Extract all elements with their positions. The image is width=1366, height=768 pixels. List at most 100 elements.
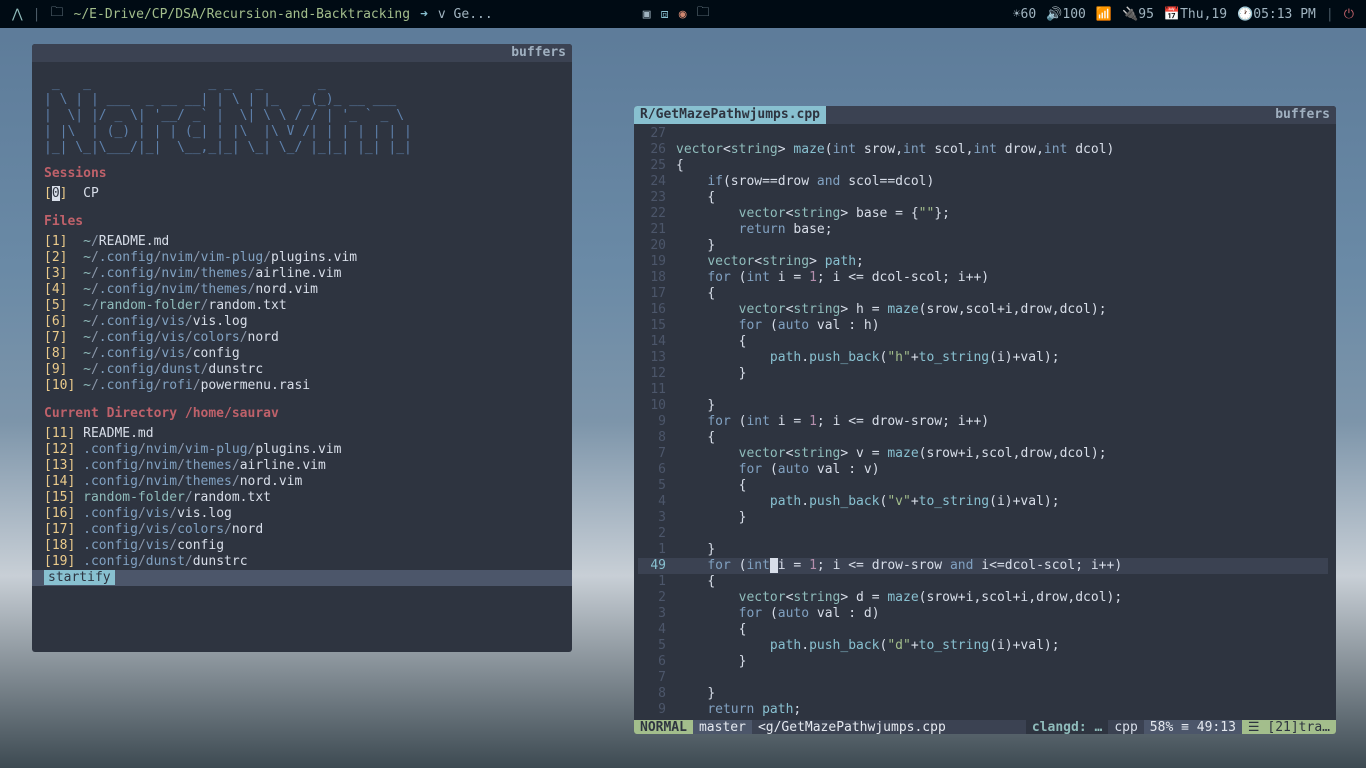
code-line[interactable]: 21 return base; — [638, 222, 1328, 238]
file-entry[interactable]: [1] ~/README.md — [44, 234, 560, 250]
clock-icon: 🕐 — [1237, 7, 1253, 22]
file-entry[interactable]: [2] ~/.config/nvim/vim-plug/plugins.vim — [44, 250, 560, 266]
folder-icon: 🗀 — [51, 3, 64, 25]
tray-terminal-icon[interactable]: ▣ — [643, 7, 651, 22]
separator: | — [33, 7, 41, 22]
file-entry[interactable]: [17] .config/vis/colors/nord — [44, 522, 560, 538]
tab-line: buffers — [32, 44, 572, 62]
files-heading: Files — [44, 210, 560, 234]
code-line[interactable]: 10 } — [638, 398, 1328, 414]
plug-icon: 🔌 — [1122, 7, 1138, 22]
file-entry[interactable]: [15] random-folder/random.txt — [44, 490, 560, 506]
file-entry[interactable]: [7] ~/.config/vis/colors/nord — [44, 330, 560, 346]
clangd-segment: clangd: … — [1026, 720, 1108, 734]
code-line[interactable]: 19 vector<string> path; — [638, 254, 1328, 270]
code-line[interactable]: 8 } — [638, 686, 1328, 702]
arrow-icon: ➜ — [420, 7, 428, 22]
code-line[interactable]: 4 path.push_back("v"+to_string(i)+val); — [638, 494, 1328, 510]
code-line[interactable]: 25{ — [638, 158, 1328, 174]
file-entry[interactable]: [5] ~/random-folder/random.txt — [44, 298, 560, 314]
code-line[interactable]: 2 vector<string> d = maze(srow+i,scol+i,… — [638, 590, 1328, 606]
status-line: NORMAL master <g/GetMazePathwjumps.cpp c… — [634, 720, 1336, 734]
buffers-tab[interactable]: buffers — [1269, 106, 1336, 124]
filetype-segment: cpp — [1108, 720, 1143, 734]
file-entry[interactable]: [6] ~/.config/vis/vis.log — [44, 314, 560, 330]
code-line[interactable]: 27 — [638, 126, 1328, 142]
file-entry[interactable]: [16] .config/vis/vis.log — [44, 506, 560, 522]
battery-indicator[interactable]: 🔌95 — [1122, 7, 1154, 22]
sessions-heading: Sessions — [44, 162, 560, 186]
mode-segment: NORMAL — [634, 720, 693, 734]
code-line[interactable]: 3 for (auto val : d) — [638, 606, 1328, 622]
brightness-icon: ☀ — [1013, 7, 1021, 22]
tray-firefox-icon[interactable]: ◉ — [679, 7, 687, 22]
curdir-heading: Current Directory /home/saurav — [44, 402, 560, 426]
clock-indicator[interactable]: 🕐05:13 PM — [1237, 7, 1316, 22]
volume-indicator[interactable]: 🔊100 — [1046, 7, 1086, 22]
top-bar: ⋀ | 🗀 ~/E-Drive/CP/DSA/Recursion-and-Bac… — [0, 0, 1366, 28]
position-segment: 58% ≡ 49:13 — [1144, 720, 1242, 734]
file-entry[interactable]: [12] .config/nvim/vim-plug/plugins.vim — [44, 442, 560, 458]
code-line[interactable]: 5 path.push_back("d"+to_string(i)+val); — [638, 638, 1328, 654]
tray-vscode-icon[interactable]: ⧈ — [661, 7, 669, 22]
file-entry[interactable]: [10] ~/.config/rofi/powermenu.rasi — [44, 378, 560, 394]
file-segment: <g/GetMazePathwjumps.cpp — [752, 720, 1026, 734]
power-icon[interactable]: ⏻ — [1344, 7, 1354, 22]
tab-line: R/GetMazePathwjumps.cpp buffers — [634, 106, 1336, 124]
git-segment: master — [693, 720, 752, 734]
code-line[interactable]: 14 { — [638, 334, 1328, 350]
date-indicator[interactable]: 📅Thu,19 — [1164, 7, 1227, 22]
code-line[interactable]: 13 path.push_back("h"+to_string(i)+val); — [638, 350, 1328, 366]
cwd-command: v Ge... — [438, 7, 493, 22]
editor-pane: R/GetMazePathwjumps.cpp buffers 2726vect… — [634, 106, 1336, 734]
code-area[interactable]: 2726vector<string> maze(int srow,int sco… — [634, 124, 1336, 720]
code-line[interactable]: 20 } — [638, 238, 1328, 254]
code-line[interactable]: 4 { — [638, 622, 1328, 638]
cwd-path: ~/E-Drive/CP/DSA/Recursion-and-Backtrack… — [74, 7, 411, 22]
session-entry[interactable]: [0] CP — [44, 186, 560, 202]
code-line[interactable]: 1 { — [638, 574, 1328, 590]
calendar-icon: 📅 — [1164, 7, 1180, 22]
file-entry[interactable]: [19] .config/dunst/dunstrc — [44, 554, 560, 570]
code-line[interactable]: 17 { — [638, 286, 1328, 302]
file-entry[interactable]: [8] ~/.config/vis/config — [44, 346, 560, 362]
active-tab[interactable]: R/GetMazePathwjumps.cpp — [634, 106, 826, 124]
code-line[interactable]: 15 for (auto val : h) — [638, 318, 1328, 334]
file-entry[interactable]: [14] .config/nvim/themes/nord.vim — [44, 474, 560, 490]
file-entry[interactable]: [3] ~/.config/nvim/themes/airline.vim — [44, 266, 560, 282]
code-line[interactable]: 22 vector<string> base = {""}; — [638, 206, 1328, 222]
code-line[interactable]: 18 for (int i = 1; i <= dcol-scol; i++) — [638, 270, 1328, 286]
status-line-left: startify — [32, 570, 572, 586]
code-line[interactable]: 8 { — [638, 430, 1328, 446]
file-entry[interactable]: [13] .config/nvim/themes/airline.vim — [44, 458, 560, 474]
tray-files-icon[interactable]: 🗀 — [697, 3, 710, 25]
code-line[interactable]: 7 vector<string> v = maze(srow+i,scol,dr… — [638, 446, 1328, 462]
file-entry[interactable]: [9] ~/.config/dunst/dunstrc — [44, 362, 560, 378]
code-line[interactable]: 9 for (int i = 1; i <= drow-srow; i++) — [638, 414, 1328, 430]
code-line[interactable]: 12 } — [638, 366, 1328, 382]
code-line[interactable]: 6 for (auto val : v) — [638, 462, 1328, 478]
file-entry[interactable]: [4] ~/.config/nvim/themes/nord.vim — [44, 282, 560, 298]
file-entry[interactable]: [18] .config/vis/config — [44, 538, 560, 554]
code-line[interactable]: 9 return path; — [638, 702, 1328, 718]
code-line[interactable]: 2 — [638, 526, 1328, 542]
code-line[interactable]: 23 { — [638, 190, 1328, 206]
buffers-tab[interactable]: buffers — [505, 44, 572, 62]
startify-pane: buffers _ _ _ _ _ _ | \ | | ___ _ __ __|… — [32, 44, 572, 652]
code-line[interactable]: 16 vector<string> h = maze(srow,scol+i,d… — [638, 302, 1328, 318]
wifi-icon[interactable]: 📶 — [1096, 7, 1112, 22]
volume-icon: 🔊 — [1046, 7, 1062, 22]
code-line[interactable]: 6 } — [638, 654, 1328, 670]
code-line[interactable]: 1 } — [638, 542, 1328, 558]
code-line[interactable]: 24 if(srow==drow and scol==dcol) — [638, 174, 1328, 190]
code-line[interactable]: 5 { — [638, 478, 1328, 494]
brightness-indicator[interactable]: ☀60 — [1013, 7, 1036, 22]
separator: | — [1326, 7, 1334, 22]
file-entry[interactable]: [11] README.md — [44, 426, 560, 442]
code-line[interactable]: 49 for (int i = 1; i <= drow-srow and i<… — [638, 558, 1328, 574]
code-line[interactable]: 11 — [638, 382, 1328, 398]
code-line[interactable]: 26vector<string> maze(int srow,int scol,… — [638, 142, 1328, 158]
code-line[interactable]: 3 } — [638, 510, 1328, 526]
code-line[interactable]: 7 — [638, 670, 1328, 686]
arch-logo-icon: ⋀ — [12, 7, 23, 22]
